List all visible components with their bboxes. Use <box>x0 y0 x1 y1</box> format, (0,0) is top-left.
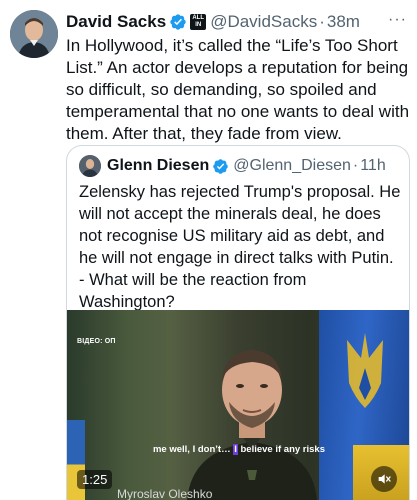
quoted-tweet[interactable]: Glenn Diesen @Glenn_Diesen · 11h Zelensk… <box>66 145 410 500</box>
caption-text-after: believe if any risks <box>237 444 325 455</box>
trident-emblem-image <box>347 333 383 408</box>
video-source-tag: ВІДЕО: ОП <box>77 338 116 345</box>
tweet-timestamp[interactable]: 38m <box>327 12 360 32</box>
avatar-portrait <box>10 10 58 58</box>
author-handle[interactable]: @DavidSacks <box>210 12 317 32</box>
quote-verified-check-icon <box>213 158 229 174</box>
quote-header-separator: · <box>352 157 359 174</box>
speaker-figure-image <box>187 350 317 500</box>
verified-check-icon <box>170 14 186 30</box>
quote-author-avatar[interactable] <box>79 155 101 177</box>
caption-text-before: me well, I don’t… <box>152 444 234 455</box>
author-avatar[interactable] <box>10 10 58 58</box>
quote-text: Zelensky has rejected Trump's proposal. … <box>79 183 401 311</box>
tweet[interactable]: David Sacks ALL IN @DavidSacks · 38m ···… <box>0 0 417 500</box>
video-name-strip: Myroslav Oleshko <box>117 487 213 500</box>
more-dots-icon[interactable]: ··· <box>388 11 407 29</box>
org-badge-line1: ALL <box>192 15 205 21</box>
org-badge-line2: IN <box>195 22 202 28</box>
tweet-header: David Sacks ALL IN @DavidSacks · 38m ··· <box>66 11 407 33</box>
author-name[interactable]: David Sacks <box>66 12 166 32</box>
speaker-muted-icon <box>378 474 391 484</box>
org-affiliation-badge[interactable]: ALL IN <box>190 14 207 30</box>
quote-avatar-portrait <box>79 155 101 177</box>
quote-author-name[interactable]: Glenn Diesen <box>107 157 209 175</box>
video-duration: 1:25 <box>77 470 113 489</box>
quote-author-handle[interactable]: @Glenn_Diesen <box>233 157 351 175</box>
mute-button[interactable] <box>371 466 397 492</box>
quote-header: Glenn Diesen @Glenn_Diesen · 11h <box>79 154 401 178</box>
tweet-text: In Hollywood, it’s called the “Life’s To… <box>66 36 410 143</box>
video-player[interactable]: ВІДЕО: ОП me well, I don’t… I believe if… <box>67 310 409 500</box>
video-caption: me well, I don’t… I believe if any risks <box>67 444 409 455</box>
header-separator: · <box>319 12 325 31</box>
quote-timestamp[interactable]: 11h <box>360 157 386 175</box>
